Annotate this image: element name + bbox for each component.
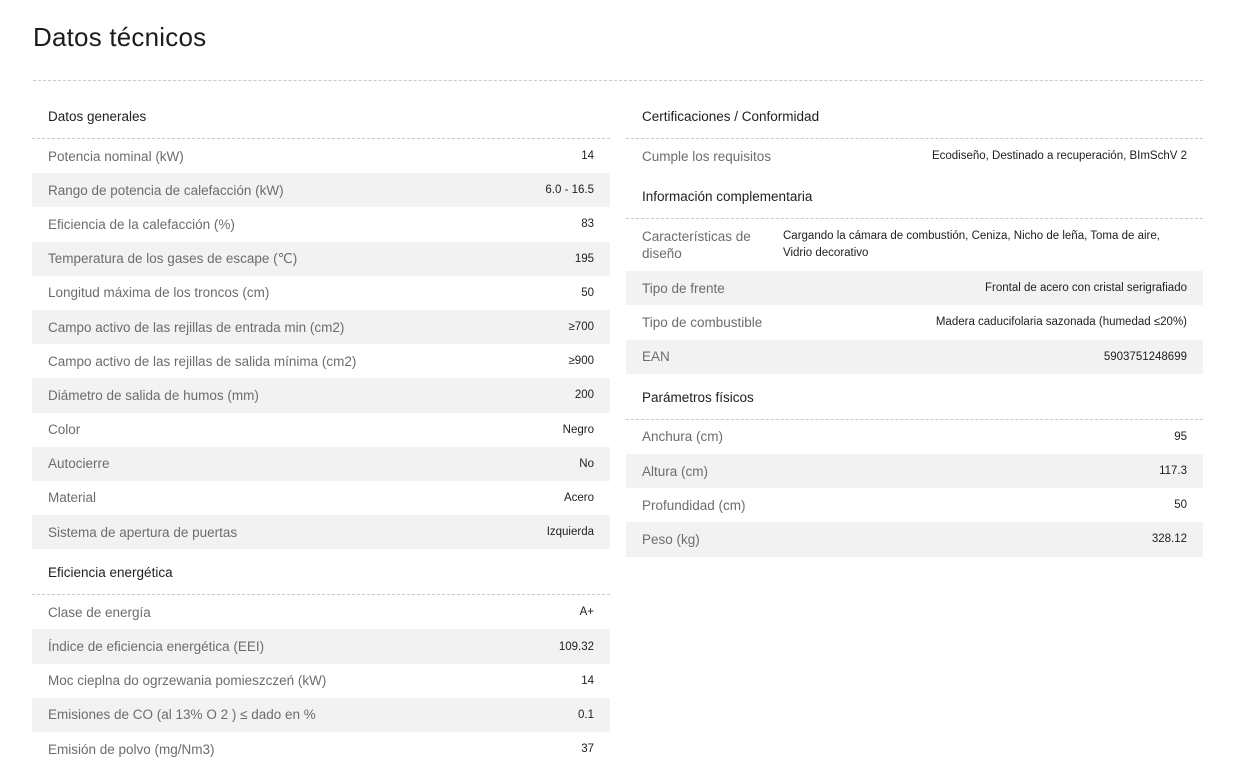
spec-label: Eficiencia de la calefacción (%) (48, 216, 235, 232)
spec-value: Frontal de acero con cristal serigrafiad… (985, 282, 1187, 295)
spec-value: ≥700 (568, 321, 595, 334)
spec-row: Eficiencia de la calefacción (%) 83 (32, 207, 610, 241)
spec-value: Acero (563, 491, 594, 504)
spec-value: 328.12 (1151, 533, 1187, 546)
page-title: Datos técnicos (33, 22, 207, 52)
spec-row: Profundidad (cm) 50 (626, 488, 1203, 522)
spec-value: ≥900 (568, 355, 595, 368)
spec-value: Izquierda (546, 526, 594, 539)
spec-value: 6.0 - 16.5 (545, 184, 594, 197)
spec-value: 50 (581, 286, 594, 299)
spec-row: EAN 5903751248699 (626, 339, 1203, 374)
spec-label: Color (48, 422, 81, 438)
spec-label: Emisión de polvo (mg/Nm3) (48, 741, 215, 757)
spec-row: Sistema de apertura de puertas Izquierda (32, 515, 610, 550)
left-column: Datos generales Potencia nominal (kW) 14 … (32, 100, 610, 766)
spec-value: Madera caducifolaria sazonada (humedad ≤… (935, 316, 1187, 329)
spec-row: Cumple los requisitos Ecodiseño, Destinad… (626, 139, 1203, 173)
spec-label: Profundidad (cm) (642, 497, 746, 513)
spec-label: Características de diseño (642, 229, 751, 262)
spec-value: Cargando la cámara de combustión, Ceniza… (783, 230, 1160, 260)
spec-row: Temperatura de los gases de escape (℃) 19… (32, 241, 610, 276)
spec-label: Clase de energía (48, 604, 151, 620)
spec-label: Anchura (cm) (642, 429, 724, 445)
spec-label: Altura (cm) (642, 463, 709, 479)
spec-value: No (579, 457, 594, 470)
spec-label: Campo activo de las rejillas de salida m… (48, 353, 357, 369)
spec-label: Longitud máxima de los troncos (cm) (48, 285, 270, 301)
spec-row: Autocierre No (32, 446, 610, 481)
spec-row: Rango de potencia de calefacción (kW) 6.0… (32, 173, 610, 208)
spec-value: 83 (581, 218, 594, 231)
spec-row: Longitud máxima de los troncos (cm) 50 (32, 276, 610, 310)
section-title-energy: Eficiencia energética (32, 549, 610, 596)
spec-value: 95 (1174, 430, 1187, 443)
spec-value: 200 (574, 389, 594, 402)
spec-row: Peso (kg) 328.12 (626, 522, 1203, 557)
spec-row: Campo activo de las rejillas de entrada … (32, 309, 610, 345)
spec-label: Material (48, 490, 97, 506)
spec-label: Diámetro de salida de humos (mm) (48, 387, 259, 403)
spec-value: 109.32 (558, 640, 594, 653)
spec-row: Material Acero (32, 481, 610, 515)
spec-value: 37 (581, 743, 594, 756)
spec-label: Peso (kg) (642, 531, 700, 547)
spec-value: 50 (1174, 499, 1187, 512)
spec-row: Moc cieplna do ogrzewania pomieszczeń (k… (32, 664, 610, 698)
spec-label: Sistema de apertura de puertas (48, 524, 238, 540)
spec-label: Autocierre (48, 456, 110, 472)
spec-label: Potencia nominal (kW) (48, 148, 184, 164)
section-title-physical: Parámetros físicos (626, 374, 1203, 420)
spec-value: A+ (579, 606, 594, 619)
spec-row: Emisiones de CO (al 13% O 2 ) ≤ dado en … (32, 697, 610, 732)
spec-row: Campo activo de las rejillas de salida m… (32, 344, 610, 378)
spec-label: Tipo de frente (642, 280, 725, 296)
spec-row: Tipo de frente Frontal de acero con crist… (626, 271, 1203, 306)
spec-value: 0.1 (578, 708, 594, 721)
spec-label: Índice de eficiencia energética (EEI) (48, 639, 265, 655)
spec-value: Ecodiseño, Destinado a recuperación, BIm… (931, 150, 1187, 163)
spec-value: 14 (581, 674, 594, 687)
spec-row: Tipo de combustible Madera caducifolaria … (626, 305, 1203, 339)
section-title-certifications: Certificaciones / Conformidad (626, 100, 1203, 139)
spec-row: Altura (cm) 117.3 (626, 453, 1203, 489)
spec-value: 117.3 (1159, 465, 1187, 478)
spec-value: 195 (574, 252, 594, 265)
spec-value: 5903751248699 (1103, 350, 1187, 363)
spec-row: Índice de eficiencia energética (EEI) 109… (32, 629, 610, 664)
spec-row: Emisión de polvo (mg/Nm3) 37 (32, 732, 610, 766)
spec-label: Emisiones de CO (al 13% O 2 ) ≤ dado en … (48, 707, 316, 723)
spec-row: Diámetro de salida de humos (mm) 200 (32, 378, 610, 413)
right-column: Certificaciones / Conformidad Cumple los… (626, 100, 1203, 557)
title-divider (33, 80, 1203, 81)
spec-label: Moc cieplna do ogrzewania pomieszczeń (k… (48, 673, 327, 689)
spec-row: Características de diseño Cargando la cám… (626, 219, 1203, 271)
spec-row: Anchura (cm) 95 (626, 420, 1203, 454)
spec-label: Cumple los requisitos (642, 148, 772, 164)
spec-label: EAN (642, 349, 670, 365)
spec-value: Negro (562, 423, 594, 436)
section-title-additional-info: Información complementaria (626, 173, 1203, 220)
spec-row: Color Negro (32, 413, 610, 447)
spec-label: Tipo de combustible (642, 314, 763, 330)
spec-row: Clase de energía A+ (32, 595, 610, 629)
section-title-general: Datos generales (32, 100, 610, 139)
spec-label: Campo activo de las rejillas de entrada … (48, 319, 345, 335)
spec-label: Rango de potencia de calefacción (kW) (48, 182, 284, 198)
spec-value: 14 (581, 150, 594, 163)
spec-label: Temperatura de los gases de escape (℃) (48, 250, 298, 266)
technical-data-page: Datos técnicos Datos generales Potencia … (0, 0, 1253, 783)
spec-row: Potencia nominal (kW) 14 (32, 139, 610, 173)
